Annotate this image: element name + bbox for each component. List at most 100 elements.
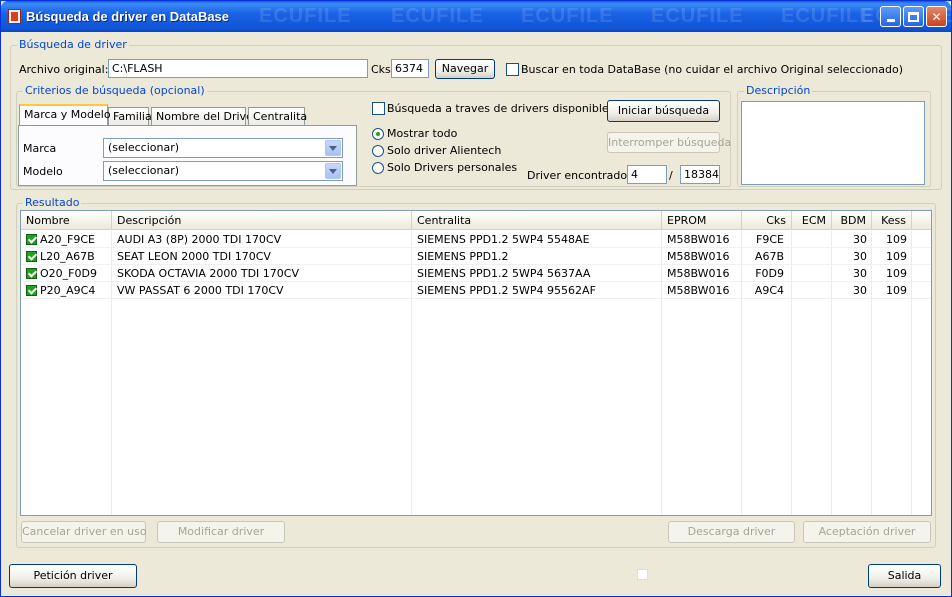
marca-select[interactable]: (seleccionar): [103, 138, 343, 158]
column-header-ecm[interactable]: ECM: [792, 211, 832, 230]
slash-separator: /: [669, 169, 673, 182]
iniciar-busqueda-button[interactable]: Iniciar búsqueda: [607, 100, 720, 122]
column-header-bdm[interactable]: BDM: [832, 211, 872, 230]
minimize-icon: [886, 19, 895, 22]
modificar-driver-button[interactable]: Modificar driver: [157, 521, 285, 543]
window-title: Búsqueda de driver en DataBase: [26, 9, 230, 24]
table-row[interactable]: P20_A9C4 VW PASSAT 6 2000 TDI 170CV SIEM…: [21, 282, 931, 299]
row-kess: 109: [886, 267, 907, 280]
row-bdm: 30: [853, 267, 867, 280]
maximize-icon: [908, 11, 919, 22]
row-kess: 109: [886, 250, 907, 263]
tab-marca-modelo[interactable]: Marca y Modelo: [19, 104, 111, 125]
check-icon[interactable]: [26, 267, 37, 279]
row-ecm: [792, 282, 832, 299]
peticion-driver-button[interactable]: Petición driver: [9, 564, 137, 588]
mostrar-todo-radio[interactable]: [372, 128, 384, 140]
close-button[interactable]: ✕: [926, 6, 947, 27]
database-search-window: ECUFILE ECUFILE ECUFILE ECUFILE ECUFILE …: [0, 0, 952, 597]
marca-select-value: (seleccionar): [108, 141, 180, 154]
column-header-nombre[interactable]: Nombre: [21, 211, 112, 230]
buscar-toda-database-label: Buscar en toda DataBase (no cuidar el ar…: [521, 63, 904, 76]
salida-button[interactable]: Salida: [868, 564, 941, 588]
row-eprom: M58BW016: [667, 267, 730, 280]
row-centralita: SIEMENS PPD1.2: [417, 250, 509, 263]
column-header-eprom[interactable]: EPROM: [662, 211, 742, 230]
solo-alientech-radio[interactable]: [372, 145, 384, 157]
row-eprom: M58BW016: [667, 250, 730, 263]
row-centralita: SIEMENS PPD1.2 5WP4 5637AA: [417, 267, 591, 280]
modelo-select-value: (seleccionar): [108, 164, 180, 177]
chevron-down-icon[interactable]: [325, 140, 341, 156]
row-ecm: [792, 265, 832, 282]
watermark-text: ECUFILE: [259, 5, 352, 27]
table-row[interactable]: O20_F0D9 SKODA OCTAVIA 2000 TDI 170CV SI…: [21, 265, 931, 282]
column-header-cks[interactable]: Cks: [742, 211, 792, 230]
interrumpir-busqueda-button[interactable]: Interromper búsqueda: [607, 132, 731, 153]
close-icon: ✕: [931, 9, 942, 24]
check-icon[interactable]: [26, 233, 37, 245]
row-centralita: SIEMENS PPD1.2 5WP4 5548AE: [417, 233, 590, 246]
aceptacion-driver-button[interactable]: Aceptación driver: [803, 521, 931, 543]
resultado-group-label: Resultado: [23, 196, 82, 209]
row-descripcion: AUDI A3 (8P) 2000 TDI 170CV: [117, 233, 282, 246]
row-nombre: O20_F0D9: [40, 267, 97, 280]
title-bar[interactable]: ECUFILE ECUFILE ECUFILE ECUFILE ECUFILE …: [1, 1, 952, 32]
table-row[interactable]: A20_F9CE AUDI A3 (8P) 2000 TDI 170CV SIE…: [21, 231, 931, 248]
row-centralita: SIEMENS PPD1.2 5WP4 95562AF: [417, 284, 596, 297]
descripcion-textarea[interactable]: [741, 101, 925, 185]
column-header-kess[interactable]: Kess: [872, 211, 912, 230]
row-eprom: M58BW016: [667, 284, 730, 297]
descarga-driver-button[interactable]: Descarga driver: [668, 521, 795, 543]
row-descripcion: SEAT LEON 2000 TDI 170CV: [117, 250, 271, 263]
app-icon: [8, 9, 21, 24]
row-bdm: 30: [853, 250, 867, 263]
row-ecm: [792, 248, 832, 265]
cks-label: Cks: [371, 63, 391, 76]
criterios-group-label: Criterios de búsqueda (opcional): [23, 84, 207, 97]
status-indicator: [637, 569, 648, 580]
descripcion-group-label: Descripción: [744, 84, 813, 97]
mostrar-todo-label: Mostrar todo: [387, 127, 458, 140]
solo-personales-radio[interactable]: [372, 162, 384, 174]
check-icon[interactable]: [26, 284, 37, 296]
archivo-original-label: Archivo original:: [19, 63, 109, 76]
watermark-text: ECUFILE: [651, 5, 744, 27]
maximize-button[interactable]: [903, 6, 924, 27]
row-cks: A9C4: [754, 284, 784, 297]
row-nombre: L20_A67B: [40, 250, 95, 263]
row-bdm: 30: [853, 233, 867, 246]
tab-familia[interactable]: Familia: [108, 107, 152, 126]
watermark-text: ECUFILE: [521, 5, 614, 27]
cancelar-driver-button[interactable]: Cancelar driver en uso: [21, 521, 147, 543]
busqueda-traves-label: Búsqueda a traves de drivers disponibles: [387, 102, 615, 115]
watermark-text: ECUFILE: [391, 5, 484, 27]
column-header-descripcion[interactable]: Descripción: [112, 211, 412, 230]
tab-centralita[interactable]: Centralita: [248, 107, 307, 126]
check-icon[interactable]: [26, 250, 37, 262]
cks-input[interactable]: 6374: [391, 59, 429, 78]
column-header-centralita[interactable]: Centralita: [412, 211, 662, 230]
table-row[interactable]: L20_A67B SEAT LEON 2000 TDI 170CV SIEMEN…: [21, 248, 931, 265]
solo-personales-label: Solo Drivers personales: [387, 161, 518, 174]
row-nombre: P20_A9C4: [40, 284, 96, 297]
driver-encontrado-label: Driver encontrado:: [527, 169, 631, 182]
row-eprom: M58BW016: [667, 233, 730, 246]
results-table: Nombre Descripción Centralita EPROM Cks …: [20, 210, 932, 516]
table-header: Nombre Descripción Centralita EPROM Cks …: [21, 211, 931, 230]
row-ecm: [792, 231, 832, 248]
busqueda-traves-checkbox[interactable]: [372, 102, 385, 115]
minimize-button[interactable]: [880, 6, 901, 27]
chevron-down-icon[interactable]: [325, 163, 341, 179]
archivo-original-input[interactable]: C:\FLASH: [108, 59, 368, 78]
watermark-text: ECUFILE: [781, 5, 874, 27]
modelo-select[interactable]: (seleccionar): [103, 161, 343, 181]
row-cks: F9CE: [756, 233, 784, 246]
row-nombre: A20_F9CE: [40, 233, 95, 246]
buscar-toda-database-checkbox[interactable]: [506, 63, 519, 76]
modelo-label: Modelo: [23, 165, 63, 178]
row-cks: A67B: [754, 250, 784, 263]
tab-nombre-driver[interactable]: Nombre del Driver: [151, 107, 257, 126]
row-kess: 109: [886, 284, 907, 297]
navegar-button[interactable]: Navegar: [435, 59, 495, 79]
